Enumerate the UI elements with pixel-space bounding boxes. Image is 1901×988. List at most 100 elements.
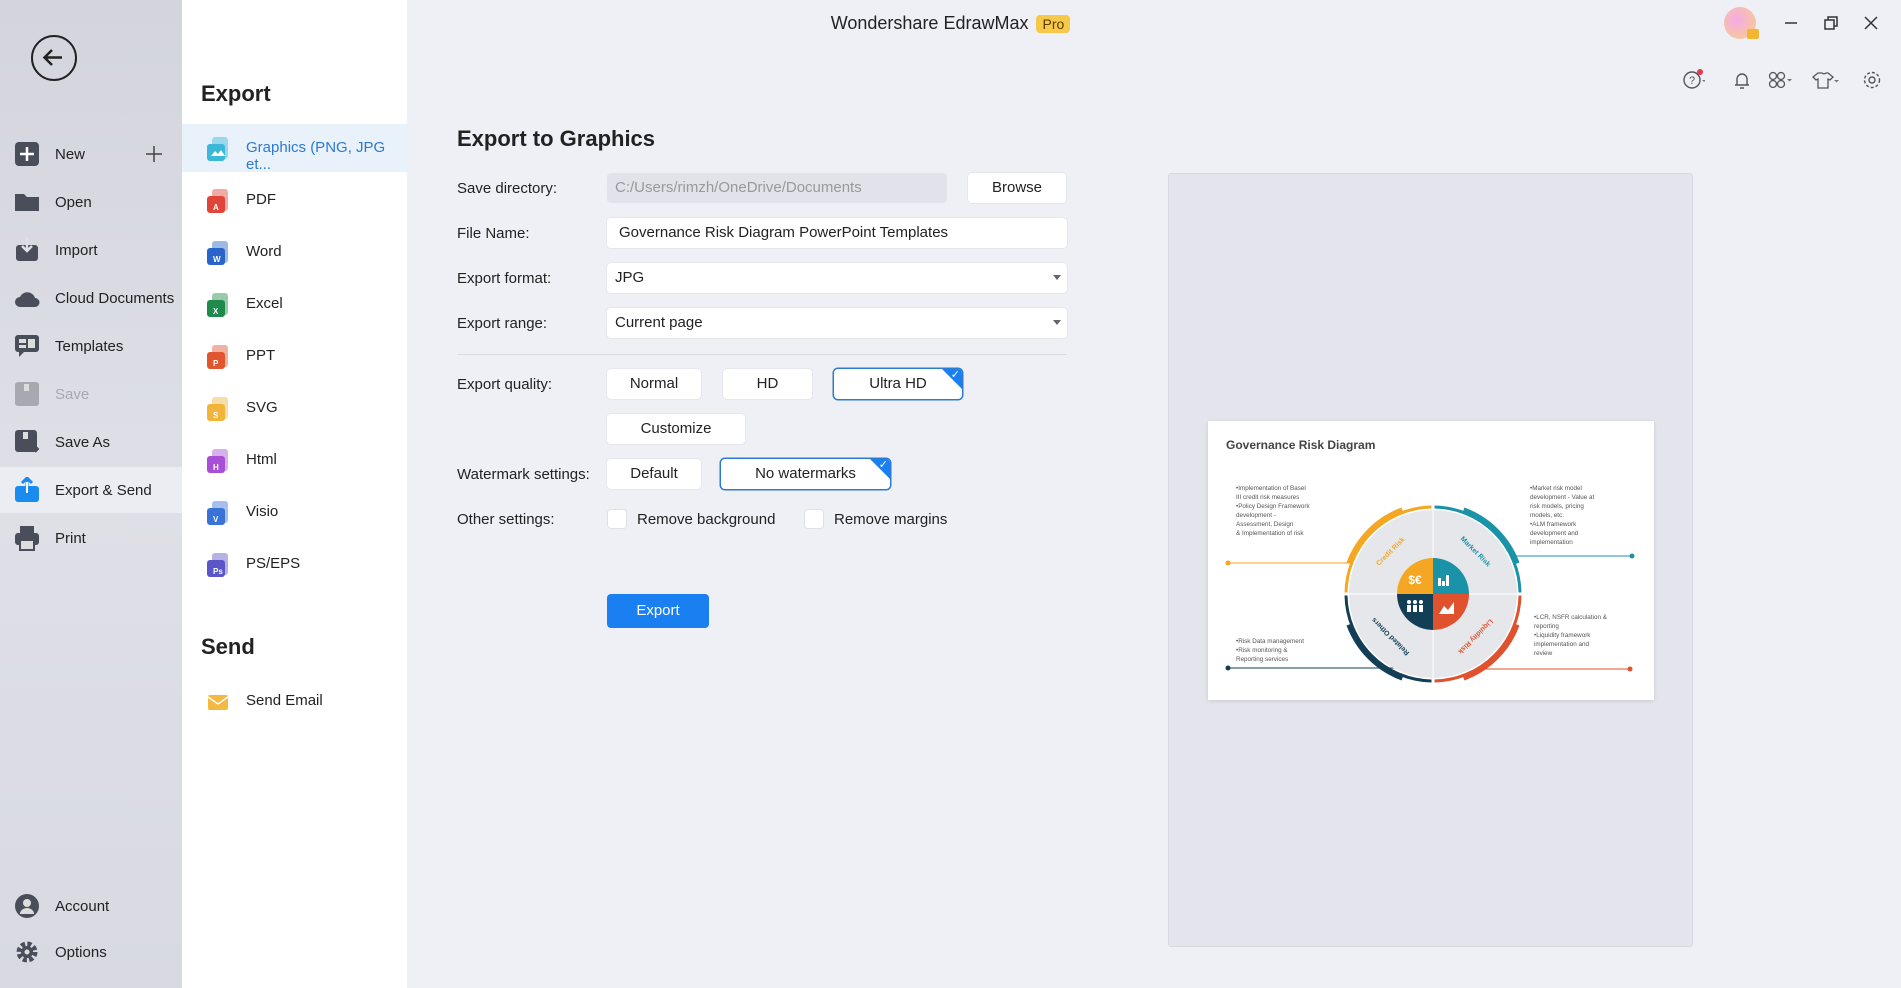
remove-background-checkbox[interactable] — [608, 510, 626, 528]
shirt-icon[interactable] — [1810, 68, 1840, 92]
nav-item-account[interactable]: Account — [0, 883, 182, 929]
export-item-pseps[interactable]: Ps PS/EPS — [182, 540, 407, 588]
visio-file-icon: V — [207, 501, 228, 525]
restore-icon[interactable] — [1819, 11, 1843, 35]
customize-button[interactable]: Customize — [607, 414, 745, 444]
export-format-select[interactable]: JPG — [607, 263, 1067, 293]
send-email-item[interactable]: Send Email — [182, 677, 407, 725]
svg-text:P: P — [213, 359, 219, 368]
connector-dot — [1629, 553, 1635, 559]
quality-ultra-hd-label: Ultra HD — [869, 375, 927, 392]
check-icon: ✓ — [878, 459, 888, 471]
nav-item-templates[interactable]: Templates — [0, 323, 182, 369]
minimize-icon[interactable] — [1779, 11, 1803, 35]
export-item-label: Excel — [246, 295, 283, 312]
export-item-label: Graphics (PNG, JPG et... — [246, 139, 386, 173]
bell-icon[interactable] — [1730, 68, 1754, 92]
quality-ultra-hd-button[interactable]: Ultra HD ✓ — [834, 369, 962, 399]
note-top-left: Assessment, Design — [1236, 521, 1294, 528]
export-item-graphics[interactable]: Graphics (PNG, JPG et... — [182, 124, 407, 173]
watermark-default-button[interactable]: Default — [607, 459, 701, 489]
connector-dot — [1225, 665, 1231, 671]
note-bottom-left: Reporting services — [1236, 656, 1288, 663]
file-name-input[interactable]: Governance Risk Diagram PowerPoint Templ… — [607, 218, 1067, 248]
export-item-ppt[interactable]: P PPT — [182, 332, 407, 380]
word-file-icon: W — [207, 241, 228, 265]
remove-margins-checkbox[interactable] — [805, 510, 823, 528]
nav-label: Export & Send — [55, 481, 152, 499]
export-item-html[interactable]: H Html — [182, 436, 407, 484]
export-item-excel[interactable]: X Excel — [182, 280, 407, 328]
nav-label: Templates — [55, 337, 124, 355]
export-item-svg[interactable]: S SVG — [182, 384, 407, 432]
export-item-label: Word — [246, 243, 282, 260]
connector-dot — [1627, 666, 1633, 672]
bar-chart-icon — [1442, 581, 1445, 586]
note-bottom-right: •LCR, NSFR calculation & — [1534, 614, 1608, 621]
send-email-label: Send Email — [246, 692, 323, 709]
export-heading: Export — [201, 81, 271, 106]
nav-item-cloud-documents[interactable]: Cloud Documents — [0, 275, 182, 321]
export-item-word[interactable]: W Word — [182, 228, 407, 276]
nav-item-open[interactable]: Open — [0, 179, 182, 225]
quality-normal-button[interactable]: Normal — [607, 369, 701, 399]
pseps-file-icon: Ps — [207, 553, 228, 577]
back-button[interactable] — [31, 35, 77, 81]
save-as-icon — [15, 430, 40, 453]
quality-hd-button[interactable]: HD — [723, 369, 812, 399]
plus-icon[interactable] — [145, 145, 163, 163]
print-icon — [15, 526, 39, 551]
file-name-label: File Name: — [457, 225, 530, 242]
export-range-label: Export range: — [457, 315, 548, 332]
close-icon[interactable] — [1859, 11, 1883, 35]
export-item-label: PS/EPS — [246, 555, 301, 572]
note-bottom-right: review — [1534, 650, 1553, 657]
gear-icon[interactable] — [1860, 68, 1884, 92]
save-icon — [15, 382, 39, 406]
send-heading: Send — [201, 634, 255, 659]
options-icon — [16, 941, 38, 963]
avatar[interactable] — [1724, 7, 1759, 39]
svg-text:S: S — [213, 411, 219, 420]
svg-text:W: W — [213, 255, 221, 264]
export-item-pdf[interactable]: A PDF — [182, 176, 407, 224]
cloud-icon — [15, 292, 40, 307]
nav-item-options[interactable]: Options — [0, 929, 182, 975]
help-icon[interactable]: ? — [1681, 68, 1705, 92]
chevron-down-icon — [1053, 320, 1061, 325]
people-icon — [1413, 600, 1417, 604]
people-icon — [1419, 600, 1423, 604]
nav-item-save[interactable]: Save — [0, 371, 182, 417]
nav-item-export-send[interactable]: Export & Send — [0, 467, 182, 513]
people-icon — [1413, 605, 1417, 612]
note-top-left: III credit risk measures — [1236, 494, 1299, 501]
excel-file-icon: X — [207, 293, 228, 317]
browse-button[interactable]: Browse — [968, 173, 1066, 203]
export-button[interactable]: Export — [607, 594, 709, 628]
nav-item-save-as[interactable]: Save As — [0, 419, 182, 465]
currency-icon: $€ — [1408, 573, 1422, 587]
no-watermarks-label: No watermarks — [755, 465, 856, 482]
nav-item-new[interactable]: New — [0, 131, 182, 177]
svg-text:Ps: Ps — [213, 567, 223, 576]
apps-icon[interactable] — [1766, 68, 1796, 92]
no-watermarks-button[interactable]: No watermarks ✓ — [721, 459, 890, 489]
nav-item-print[interactable]: Print — [0, 515, 182, 561]
nav-item-import[interactable]: Import — [0, 227, 182, 273]
nav-label: Save As — [55, 433, 111, 451]
envelope-icon — [207, 695, 229, 710]
arrow-left-icon — [42, 49, 62, 66]
bar-chart-icon — [1438, 578, 1441, 586]
nav-label: Account — [55, 897, 110, 915]
app-title: Wondershare EdrawMax — [830, 13, 1029, 33]
export-range-select[interactable]: Current page — [607, 308, 1067, 338]
export-item-visio[interactable]: V Visio — [182, 488, 407, 536]
bar-chart-icon — [1446, 575, 1449, 586]
note-top-right: development - Value at — [1530, 494, 1595, 501]
note-top-right: •Market risk model — [1530, 485, 1582, 492]
nav-label: Cloud Documents — [55, 289, 175, 307]
governance-risk-diagram: Governance Risk DiagramCredit Risk Market… — [1225, 438, 1635, 683]
save-directory-input[interactable]: C:/Users/rimzh/OneDrive/Documents — [607, 173, 947, 203]
note-bottom-left: •Risk monitoring & — [1236, 647, 1288, 654]
remove-margins-label: Remove margins — [834, 511, 948, 528]
